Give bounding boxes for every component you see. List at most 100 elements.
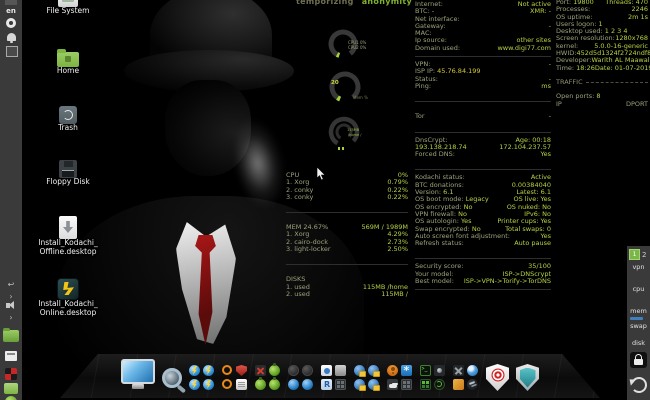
system-apps-stack[interactable] xyxy=(387,365,413,391)
top-banner: temporizing anonymity xyxy=(296,0,412,6)
secure-apps-stack[interactable] xyxy=(354,365,380,391)
orange-box-icon xyxy=(453,379,464,390)
tray-check-icon[interactable] xyxy=(5,396,17,400)
tray-folder-icon[interactable] xyxy=(3,328,19,342)
orange-ring-icon xyxy=(222,365,232,375)
globe-bolt-icon xyxy=(189,379,200,390)
blue-globe-icon xyxy=(288,379,299,390)
disk-ring: 115MB /home / xyxy=(328,116,362,150)
document-icon xyxy=(236,379,247,390)
red-cross-icon xyxy=(255,365,266,376)
workspace-1-button[interactable]: 1 xyxy=(629,249,640,260)
desktop-icon-floppy-disk[interactable]: Floppy Disk xyxy=(22,160,114,187)
cpu-monitor-label[interactable]: cpu xyxy=(627,285,650,293)
keyboard-layout-indicator[interactable]: en xyxy=(0,7,22,15)
conky-rings: CPU1 0% CPU2 0% 20 Mem % 115MB /home / xyxy=(328,29,368,150)
info-row: Gateway: - xyxy=(415,21,551,30)
disk-monitor-label[interactable]: disk xyxy=(627,339,650,347)
icon-label: Floppy Disk xyxy=(46,177,90,186)
orange-user-icon xyxy=(387,365,398,376)
info-row: 3. light-locker 2.50% xyxy=(286,245,408,254)
terminal-apps-stack[interactable] xyxy=(420,365,446,391)
lock-screen-button[interactable] xyxy=(630,352,647,368)
yellow-arrow-icon xyxy=(57,278,79,300)
right-panel: 1 2 vpn cpu mem swap disk xyxy=(627,246,650,400)
workspace-2-button[interactable]: 2 xyxy=(642,251,646,259)
info-row: Ping: ms xyxy=(415,81,551,90)
gray-app-icon xyxy=(335,365,346,376)
shield-red-icon xyxy=(486,364,509,391)
search-magnifier[interactable] xyxy=(162,368,182,391)
blue-lock-icon xyxy=(354,365,366,377)
desktop-icon-file-system[interactable]: File System xyxy=(22,0,114,16)
kodachi-shield[interactable] xyxy=(516,364,539,391)
swap-monitor-label[interactable]: swap xyxy=(627,322,650,330)
firewall-shield[interactable] xyxy=(486,364,509,391)
refresh-button[interactable] xyxy=(631,377,647,393)
green-grenade-icon xyxy=(269,377,280,390)
dark-grid-icon xyxy=(401,379,412,390)
desktop-icon-install-offline[interactable]: Install_Kodachi_ Offline.desktop xyxy=(22,216,114,256)
green-grenade-icon xyxy=(255,377,266,390)
icon-label: Home xyxy=(56,66,80,75)
svg-text:115MB: 115MB xyxy=(347,128,360,132)
info-row: Best model: ISP->VPN->Torify->TorDNS xyxy=(415,277,551,286)
orange-ring-icon xyxy=(222,379,232,389)
shield-teal-icon xyxy=(516,364,539,391)
undo-arrow-icon[interactable]: ↩ xyxy=(0,280,22,289)
dark-steam-icon xyxy=(467,379,478,390)
mem-monitor-label[interactable]: mem xyxy=(627,307,650,315)
info-row: 2. used 115MB / xyxy=(286,289,408,298)
clipboard-icon[interactable] xyxy=(6,46,18,57)
conky-system-panel: Port: 19800 Threads: 470 Processes: 2246 OS … xyxy=(556,0,650,108)
network-tools-stack[interactable] xyxy=(189,365,215,391)
blue-lock-icon xyxy=(368,379,380,391)
icon-label: Trash xyxy=(58,123,78,132)
vpn-tools-stack[interactable] xyxy=(222,365,248,391)
browser-stack[interactable] xyxy=(288,365,314,391)
monitor-icon xyxy=(121,359,155,384)
icon-label: File System xyxy=(46,6,90,15)
blue-lock-icon xyxy=(354,379,366,391)
floppy-icon xyxy=(59,160,77,178)
desktop-icon-install-online[interactable]: Install_Kodachi_ Online.desktop xyxy=(22,278,114,317)
home-folder-icon xyxy=(57,49,79,67)
conky-network-panel: Internet: Not active BTC: - XMR: - Net inter… xyxy=(415,0,551,294)
conky-process-panel: CPU 0% 1. Xorg 0.79% 2. conky 0.22% 3. conky 0.… xyxy=(286,171,408,298)
info-row: Tor - xyxy=(415,112,551,121)
panel-partial-icon xyxy=(5,0,17,5)
white-cloud-icon xyxy=(387,379,398,390)
tray-green-icon[interactable] xyxy=(4,383,18,394)
desktop-icon-trash[interactable]: Trash xyxy=(22,106,114,133)
vpn-monitor-label[interactable]: vpn xyxy=(627,263,650,271)
magnifier-icon xyxy=(162,368,182,388)
tray-window-icon[interactable] xyxy=(5,351,17,361)
apps-stack[interactable] xyxy=(321,365,347,391)
green-grid-icon xyxy=(420,379,431,390)
speaker-icon[interactable] xyxy=(6,301,14,309)
dark-camera-icon xyxy=(434,365,445,376)
desktop-icon-home[interactable]: Home xyxy=(22,49,114,76)
chevron-icon[interactable]: › xyxy=(0,292,22,301)
misc-tools-stack[interactable] xyxy=(453,365,479,391)
green-refresh-icon xyxy=(434,379,445,390)
info-row: Refresh status: Auto pause xyxy=(415,239,551,248)
chevron-icon[interactable]: › xyxy=(0,313,22,322)
blue-r-icon xyxy=(321,379,332,390)
svg-text:/home /: /home / xyxy=(348,133,362,137)
show-desktop[interactable] xyxy=(121,359,155,391)
svg-text:Mem %: Mem % xyxy=(353,95,368,100)
icon-label: Install_Kodachi_ Offline.desktop xyxy=(38,238,98,256)
info-row: Forced DNS: Yes xyxy=(415,150,551,159)
workspace-switcher: 1 2 xyxy=(629,249,646,260)
globe-bolt-icon xyxy=(203,365,214,376)
dark-x-icon xyxy=(453,365,464,376)
notifications-bell-icon[interactable] xyxy=(7,33,16,43)
dock-items xyxy=(60,359,600,391)
panic-tools-stack[interactable] xyxy=(255,363,281,391)
tray-checkered-icon[interactable] xyxy=(5,368,17,380)
mouse-cursor xyxy=(317,167,326,181)
info-row: Time: 18:26 Date: 01-07-2019 xyxy=(556,63,650,72)
icon-label: Install_Kodachi_ Online.desktop xyxy=(38,299,98,317)
record-icon[interactable] xyxy=(6,18,16,28)
